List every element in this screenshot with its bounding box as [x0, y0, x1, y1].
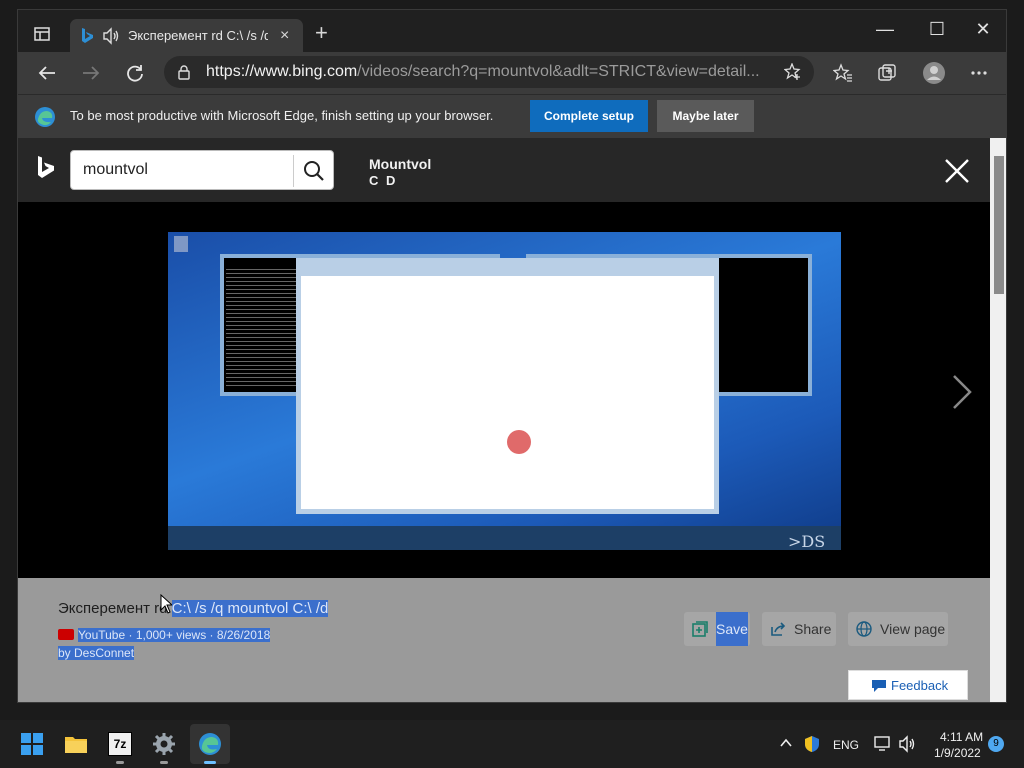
search-input[interactable]: mountvol — [83, 161, 148, 179]
setup-infobar: To be most productive with Microsoft Edg… — [18, 94, 1006, 138]
video-meta-text[interactable]: YouTube · 1,000+ views · 8/26/2018 — [78, 628, 271, 642]
collections-icon[interactable] — [877, 63, 897, 83]
edge-taskbar-button[interactable] — [190, 724, 230, 764]
close-window-button[interactable]: ✕ — [968, 18, 998, 44]
video-frame-window — [296, 258, 719, 514]
file-explorer-icon[interactable] — [64, 732, 88, 756]
network-icon[interactable] — [874, 735, 892, 753]
bing-favicon-icon — [82, 28, 93, 43]
lock-icon[interactable] — [176, 64, 192, 80]
tab-title: Эксперемент rd C:\ /s /q m — [128, 28, 268, 43]
view-page-button[interactable]: View page — [848, 612, 948, 646]
maximize-button[interactable]: ☐ — [922, 18, 952, 44]
favorites-icon[interactable] — [833, 63, 853, 83]
tab-active[interactable]: Эксперемент rd C:\ /s /q m × — [70, 19, 303, 52]
bing-logo-icon[interactable] — [36, 156, 56, 182]
video-meta: YouTube · 1,000+ views · 8/26/2018 — [58, 628, 271, 642]
globe-icon — [856, 621, 872, 637]
start-windows-icon[interactable] — [20, 732, 44, 756]
video-author: by DesConnet — [58, 646, 135, 660]
save-label: Save — [716, 612, 748, 646]
infobar-message: To be most productive with Microsoft Edg… — [70, 108, 494, 123]
video-player[interactable]: >DS — [168, 232, 841, 550]
complete-setup-button[interactable]: Complete setup — [530, 100, 648, 132]
search-box[interactable]: mountvol — [70, 150, 334, 190]
add-favorite-icon[interactable] — [784, 63, 802, 81]
search-divider — [293, 155, 294, 187]
new-tab-button[interactable]: + — [315, 22, 328, 44]
video-title: Mountvol — [369, 156, 432, 172]
address-toolbar: https://www.bing.com/videos/search?q=mou… — [18, 52, 1006, 94]
share-icon — [771, 622, 786, 636]
video-frame-taskbar — [168, 526, 841, 550]
clock-time[interactable]: 4:11 AM — [940, 730, 983, 744]
back-icon[interactable] — [36, 62, 58, 84]
more-menu-icon[interactable] — [969, 63, 989, 83]
volume-icon[interactable] — [898, 735, 916, 753]
url-host: https://www.bing.com — [206, 63, 358, 80]
url-path: /videos/search?q=mountvol&adlt=STRICT&vi… — [357, 63, 760, 80]
security-shield-icon[interactable] — [803, 735, 821, 753]
edge-logo-icon — [35, 107, 55, 127]
save-icon — [692, 621, 708, 637]
feedback-icon — [872, 680, 886, 692]
notification-badge[interactable]: 9 — [988, 736, 1004, 752]
recycle-bin-icon — [174, 236, 188, 252]
search-icon[interactable] — [303, 160, 325, 182]
title-selected: C:\ /s /q mountvol C:\ /d — [171, 600, 329, 617]
language-indicator[interactable]: ENG — [833, 738, 859, 752]
forward-icon[interactable] — [80, 62, 102, 84]
mouse-cursor-icon — [160, 594, 172, 614]
page-scrollbar[interactable] — [990, 138, 1006, 702]
scrollbar-thumb[interactable] — [994, 156, 1004, 294]
feedback-label: Feedback — [891, 678, 949, 693]
video-watermark: >DS — [788, 532, 826, 550]
video-cursor-dot — [507, 430, 531, 454]
tab-strip: Эксперемент rd C:\ /s /q m × + — ☐ ✕ — [18, 10, 1006, 52]
view-page-label: View page — [880, 621, 946, 637]
tab-actions-icon[interactable] — [34, 26, 50, 42]
video-full-title: Эксперемент rd C:\ /s /q mountvol C:\ /d — [58, 600, 329, 617]
title-plain: Эксперемент rd — [58, 600, 172, 617]
url-text[interactable]: https://www.bing.com/videos/search?q=mou… — [206, 63, 771, 81]
save-button[interactable]: Save — [684, 612, 750, 646]
speaker-icon[interactable] — [102, 27, 120, 45]
edge-taskbar-icon — [199, 733, 221, 755]
share-label: Share — [794, 621, 832, 637]
refresh-icon[interactable] — [124, 62, 146, 84]
address-bar[interactable]: https://www.bing.com/videos/search?q=mou… — [164, 56, 814, 88]
feedback-button[interactable]: Feedback — [848, 670, 968, 700]
video-subtitle: C D — [369, 173, 398, 188]
settings-gear-icon[interactable] — [152, 732, 176, 756]
close-icon[interactable] — [944, 158, 970, 184]
youtube-icon — [58, 629, 74, 640]
page-content: mountvol Mountvol C D >DS Эксперемент rd… — [18, 138, 990, 702]
7zip-icon[interactable]: 7z — [108, 732, 132, 756]
bing-video-header: mountvol Mountvol C D — [18, 138, 990, 202]
chevron-up-icon[interactable] — [780, 738, 792, 748]
next-video-icon[interactable] — [950, 374, 974, 410]
video-author-text: by DesConnet — [58, 646, 135, 660]
tab-close-button[interactable]: × — [280, 27, 289, 45]
clock-date[interactable]: 1/9/2022 — [934, 746, 981, 760]
minimize-button[interactable]: — — [870, 18, 900, 44]
share-button[interactable]: Share — [762, 612, 836, 646]
profile-avatar-icon[interactable] — [922, 61, 946, 85]
windows-taskbar: 7z ENG 4:11 AM 1/9/2022 9 — [0, 720, 1024, 768]
maybe-later-button[interactable]: Maybe later — [657, 100, 754, 132]
